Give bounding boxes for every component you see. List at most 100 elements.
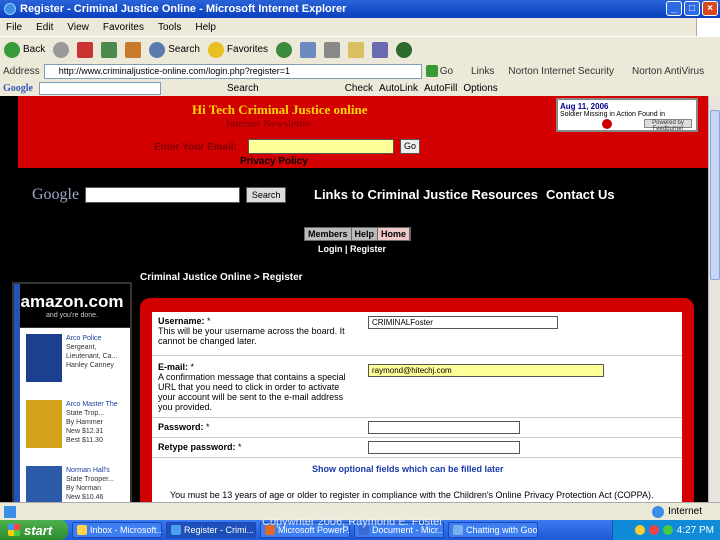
username-input[interactable]: CRIMINALFoster [368,316,558,329]
item-title: Arco Master The [66,401,118,408]
breadcrumb[interactable]: Criminal Justice Online > Register [140,272,303,283]
menu-favorites[interactable]: Favorites [103,22,144,33]
email-input[interactable]: raymond@hitechj.com [368,364,604,377]
address-input[interactable]: http://www.criminaljustice-online.com/lo… [43,63,422,79]
item-line: By Norman [66,485,102,492]
privacy-policy-link[interactable]: Privacy Policy [240,156,308,167]
nav-tabs: Members Help Home [304,227,412,241]
feedburner-button[interactable]: Powered by Feedburner [644,119,692,132]
item-line: Sergeant, [66,344,97,351]
retype-password-input[interactable] [368,441,520,454]
news-widget: Aug 11, 2006 Soldier Missing in Action F… [556,98,698,132]
google-site-search-input[interactable] [85,187,241,203]
amazon-widget: amazon.com and you're done. Arco Police … [12,282,132,502]
tab-members[interactable]: Members [305,228,352,240]
google-toolbar: Google Search Check AutoLink AutoFill Op… [0,80,720,96]
messenger-button[interactable] [396,41,413,58]
history-button[interactable] [276,41,293,58]
item-title: Arco Police [66,335,102,342]
google-autolink-button[interactable]: AutoLink [379,83,418,94]
start-button[interactable]: start [0,520,68,540]
taskbar-item-ie[interactable]: Register - Crimi... [166,522,256,538]
resources-link[interactable]: Links to Criminal Justice Resources [314,187,538,202]
news-date: Aug 11, 2006 [560,102,609,111]
retype-label-wrap: Retype password: * [158,442,242,452]
username-help: This will be your username across the bo… [158,326,345,346]
rss-icon [602,119,612,129]
newsletter-email-input[interactable] [248,139,394,154]
item-title: Norman Hall's [66,467,110,474]
windows-flag-icon [696,18,720,36]
menu-tools[interactable]: Tools [158,22,181,33]
tray-icon[interactable] [648,525,659,535]
stop-icon [77,41,94,58]
item-line: New $10.46 [66,494,104,501]
taskbar-item-gtalk[interactable]: Chatting with Google [448,522,538,538]
back-button[interactable]: Back [4,41,45,58]
google-site-search-button[interactable]: Search [246,187,287,203]
page-scrollbar[interactable] [708,96,720,502]
address-bar: Address http://www.criminaljustice-onlin… [0,62,720,80]
refresh-button[interactable] [101,41,118,58]
taskbar-item-outlook[interactable]: Inbox - Microsoft... [72,522,162,538]
google-autofill-button[interactable]: AutoFill [424,83,457,94]
google-check-button[interactable]: Check [345,83,373,94]
forward-button[interactable] [53,41,70,58]
google-toolbar-search-input[interactable] [39,81,161,95]
google-options-button[interactable]: Options [463,83,497,94]
home-button[interactable] [125,41,142,58]
back-arrow-icon [4,41,20,58]
newsletter-go-button[interactable]: Go [400,139,420,154]
window-title: Register - Criminal Justice Online - Mic… [20,3,347,15]
password-label-wrap: Password: * [158,422,210,432]
research-button[interactable] [372,41,389,58]
menu-help[interactable]: Help [195,22,216,33]
menu-edit[interactable]: Edit [36,22,53,33]
go-button[interactable]: Go [425,65,453,77]
links-button[interactable]: Links [471,66,494,77]
norton-antivirus-button[interactable]: Norton AntiVirus [632,66,704,77]
item-line: Lieutenant, Ca... [66,353,118,360]
close-button[interactable]: × [702,1,718,16]
refresh-icon [101,41,118,58]
maximize-button[interactable]: □ [684,1,700,16]
address-label: Address [3,65,40,77]
ie-icon [4,3,16,15]
tray-icon[interactable] [662,525,673,535]
favorites-button[interactable]: Favorites [207,41,269,58]
email-row: E-mail: * A confirmation message that co… [152,356,682,418]
norton-security-button[interactable]: Norton Internet Security [508,66,614,77]
item-line: Best $11.30 [66,437,103,444]
book-cover [26,466,62,502]
history-icon [276,41,293,58]
tray-icon[interactable] [634,525,645,535]
tab-home[interactable]: Home [378,228,411,240]
mail-icon [300,41,317,58]
menu-file[interactable]: File [6,22,22,33]
tab-help[interactable]: Help [351,228,379,240]
favorites-label: Favorites [226,44,269,55]
scrollbar-thumb[interactable] [710,110,720,280]
login-register-links[interactable]: Login | Register [318,244,386,254]
stop-button[interactable] [77,41,94,58]
print-button[interactable] [324,41,341,58]
clock[interactable]: 4:27 PM [677,525,714,536]
amazon-item[interactable]: Arco Master The State Trop... By Hammer … [14,400,130,460]
amazon-item[interactable]: Norman Hall's State Trooper... By Norman… [14,466,130,502]
edit-button[interactable] [348,41,365,58]
edit-icon [348,41,365,58]
amazon-header[interactable]: amazon.com and you're done. [14,284,130,328]
search-button[interactable]: Search [149,41,200,58]
minimize-button[interactable]: _ [666,1,682,16]
security-zone: Internet [652,505,702,518]
news-headline[interactable]: Soldier Missing in Action Found in [560,111,694,118]
mail-button[interactable] [300,41,317,58]
google-search-button[interactable]: Search [227,83,259,94]
menu-view[interactable]: View [67,22,89,33]
password-input[interactable] [368,421,520,434]
item-line: By Hammer [66,419,103,426]
zone-label: Internet [668,506,702,517]
contact-link[interactable]: Contact Us [546,187,615,202]
optional-fields-link[interactable]: Show optional fields which can be filled… [312,464,504,474]
amazon-item[interactable]: Arco Police Sergeant, Lieutenant, Ca... … [14,334,130,394]
